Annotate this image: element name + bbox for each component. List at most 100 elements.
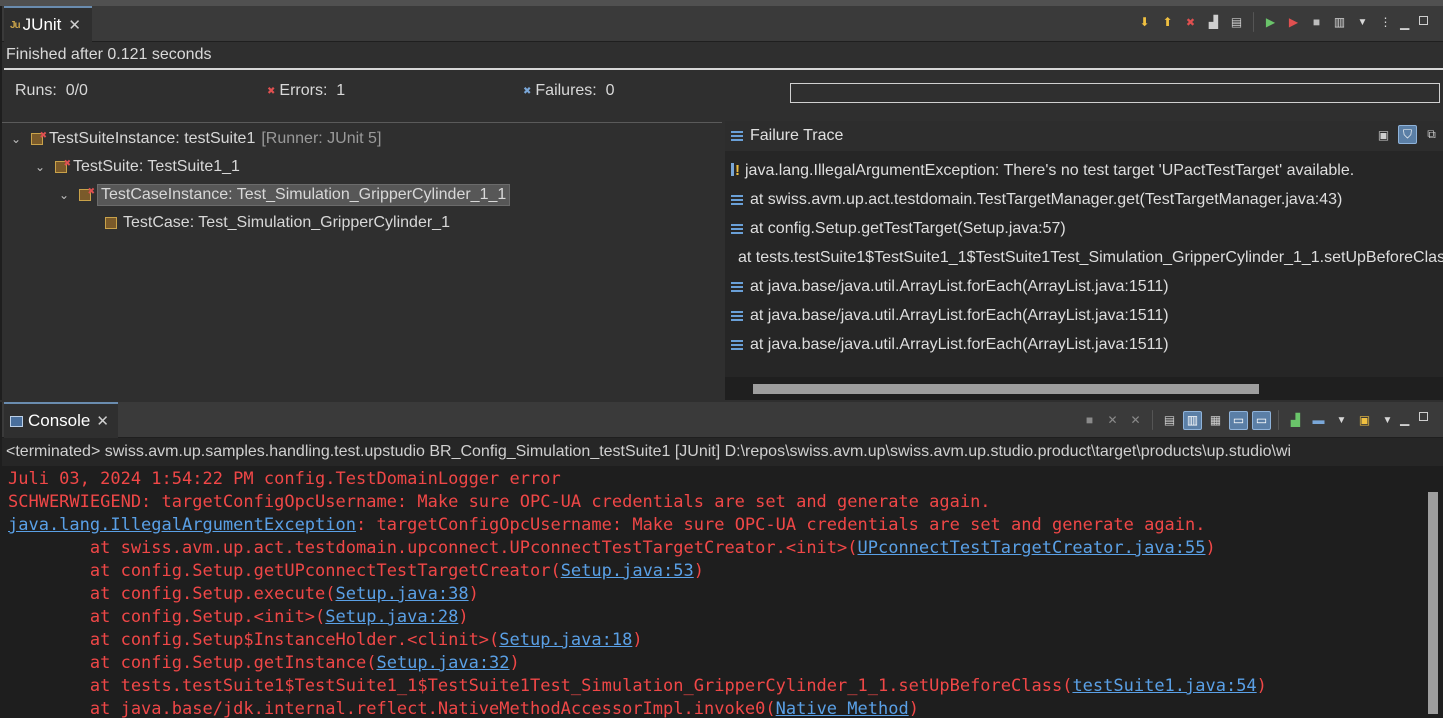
console-line: at config.Setup.getInstance(Setup.java:3…: [8, 653, 520, 673]
chevron-down-icon[interactable]: ⌄: [32, 160, 48, 174]
console-link[interactable]: testSuite1.java:54: [1072, 676, 1256, 696]
pin-console-icon[interactable]: ▟: [1286, 411, 1305, 430]
trace-line[interactable]: at java.base/java.util.ArrayList.forEach…: [725, 301, 1443, 330]
test-suite-error-icon: ✖: [54, 158, 71, 175]
maximize-icon[interactable]: [1419, 412, 1429, 421]
tree-item-suite-instance[interactable]: ⌄ ✖ TestSuiteInstance: testSuite1 [Runne…: [8, 126, 381, 152]
copy-trace-icon[interactable]: ⧉: [1422, 125, 1441, 144]
console-icon: [10, 415, 23, 427]
launch-description: <terminated> swiss.avm.up.samples.handli…: [6, 443, 1292, 460]
progress-bar: [790, 83, 1440, 103]
junit-window-controls: ▁: [1400, 16, 1429, 30]
dropdown-icon[interactable]: ▼: [1353, 13, 1372, 32]
show-on-stdout-icon[interactable]: ▭: [1229, 410, 1248, 430]
failures-counter: ✖ Failures: 0: [523, 82, 615, 100]
test-suite-error-icon: ✖: [30, 130, 47, 147]
vertical-scrollbar[interactable]: [1422, 466, 1443, 718]
tab-junit[interactable]: Ju JUnit ✕: [4, 6, 92, 42]
trace-text: at swiss.avm.up.act.testdomain.TestTarge…: [750, 190, 1343, 208]
stack-frame-icon: [731, 194, 743, 205]
scrollbar-thumb[interactable]: [753, 384, 1259, 394]
stop-icon[interactable]: ■: [1307, 13, 1326, 32]
trace-line-exception[interactable]: ! java.lang.IllegalArgumentException: Th…: [725, 156, 1443, 185]
failures-only-icon[interactable]: ✖: [1181, 13, 1200, 32]
stack-trace-icon: [731, 131, 743, 141]
scrollbar-thumb[interactable]: [1428, 492, 1438, 714]
terminate-icon[interactable]: ■: [1080, 411, 1099, 430]
console-link[interactable]: Setup.java:38: [336, 584, 469, 604]
test-tree: ⌄ ✖ TestSuiteInstance: testSuite1 [Runne…: [2, 122, 722, 400]
clear-console-icon[interactable]: ▤: [1160, 411, 1179, 430]
console-link[interactable]: Setup.java:53: [561, 561, 694, 581]
tree-item-testcase[interactable]: TestCase: Test_Simulation_GripperCylinde…: [98, 210, 450, 236]
scroll-lock-icon[interactable]: ▥: [1183, 410, 1202, 430]
tree-item-testcase-instance[interactable]: ⌄ ✖ TestCaseInstance: Test_Simulation_Gr…: [56, 182, 511, 208]
console-line: at config.Setup.getUPconnectTestTargetCr…: [8, 561, 704, 581]
tab-junit-label: JUnit: [22, 15, 62, 34]
rerun-failed-icon[interactable]: ▶: [1284, 13, 1303, 32]
chevron-down-icon[interactable]: ⌄: [56, 188, 72, 202]
minimize-icon[interactable]: ▁: [1400, 412, 1409, 426]
junit-toolbar: ⬇ ⬆ ✖ ▟ ▤ ▶ ▶ ■ ▥ ▼ ⋮: [1135, 12, 1395, 32]
trace-text: at tests.testSuite1$TestSuite1_1$TestSui…: [738, 248, 1443, 266]
scroll-lock-icon[interactable]: ▟: [1204, 13, 1223, 32]
trace-line[interactable]: at swiss.avm.up.act.testdomain.TestTarge…: [725, 185, 1443, 214]
console-line: at swiss.avm.up.act.testdomain.upconnect…: [8, 538, 1216, 558]
trace-line[interactable]: at java.base/java.util.ArrayList.forEach…: [725, 330, 1443, 359]
console-link[interactable]: Setup.java:18: [499, 630, 632, 650]
console-line: at config.Setup$InstanceHolder.<clinit>(…: [8, 630, 643, 650]
console-line: at java.base/jdk.internal.reflect.Native…: [8, 699, 919, 718]
layout-icon[interactable]: ▤: [1227, 13, 1246, 32]
minimize-icon[interactable]: ▁: [1400, 16, 1409, 30]
runs-label: Runs:: [15, 82, 57, 99]
errors-label: Errors:: [279, 82, 328, 99]
failure-trace-panel: Failure Trace ▣ ⛉ ⧉ ! java.lang.IllegalA…: [725, 121, 1443, 400]
trace-toolbar: ▣ ⛉ ⧉: [1374, 125, 1441, 144]
close-icon[interactable]: ✕: [96, 412, 109, 430]
tab-console-label: Console: [28, 411, 91, 430]
rerun-icon[interactable]: ▶: [1261, 13, 1280, 32]
filter-stack-icon[interactable]: ⛉: [1398, 125, 1417, 144]
console-link[interactable]: Setup.java:28: [325, 607, 458, 627]
previous-failure-icon[interactable]: ⬆: [1158, 13, 1177, 32]
errors-value: 1: [336, 82, 346, 99]
status-divider: [4, 68, 1443, 70]
console-link[interactable]: Setup.java:32: [376, 653, 509, 673]
console-tabbar: Console ✕ ■ ✕ ✕ ▤ ▥ ▦ ▭ ▭ ▟ ▬ ▼ ▣ ▼ ▁: [2, 402, 1443, 438]
trace-line[interactable]: at java.base/java.util.ArrayList.forEach…: [725, 272, 1443, 301]
word-wrap-icon[interactable]: ▦: [1206, 411, 1225, 430]
tree-item-label: TestCase: Test_Simulation_GripperCylinde…: [123, 214, 450, 231]
dropdown-icon[interactable]: ▼: [1332, 411, 1351, 430]
trace-line[interactable]: at config.Setup.getTestTarget(Setup.java…: [725, 214, 1443, 243]
remove-launch-icon[interactable]: ✕: [1103, 411, 1122, 430]
horizontal-scrollbar[interactable]: [725, 377, 1443, 400]
dropdown-icon[interactable]: ▼: [1378, 411, 1397, 430]
new-console-icon[interactable]: ▣: [1355, 411, 1374, 430]
error-icon: ✖: [267, 85, 276, 97]
console-output[interactable]: Juli 03, 2024 1:54:22 PM config.TestDoma…: [2, 466, 1422, 718]
tab-console[interactable]: Console ✕: [4, 402, 118, 438]
tree-item-suite[interactable]: ⌄ ✖ TestSuite: TestSuite1_1: [32, 154, 240, 180]
failure-icon: ✖: [523, 85, 532, 97]
history-icon[interactable]: ▥: [1330, 13, 1349, 32]
console-link[interactable]: Native Method: [776, 699, 909, 718]
maximize-icon[interactable]: [1419, 16, 1429, 25]
tree-item-label: TestCaseInstance: Test_Simulation_Grippe…: [97, 184, 511, 206]
compare-results-icon[interactable]: ▣: [1374, 125, 1393, 144]
trace-text: at config.Setup.getTestTarget(Setup.java…: [750, 219, 1066, 237]
show-on-stderr-icon[interactable]: ▭: [1252, 410, 1271, 430]
remove-all-icon[interactable]: ✕: [1126, 411, 1145, 430]
close-icon[interactable]: ✕: [68, 16, 81, 34]
trace-line[interactable]: at tests.testSuite1$TestSuite1_1$TestSui…: [725, 243, 1443, 272]
test-case-error-icon: ✖: [78, 186, 95, 203]
console-link[interactable]: UPconnectTestTargetCreator.java:55: [858, 538, 1206, 558]
trace-text: at java.base/java.util.ArrayList.forEach…: [750, 306, 1169, 324]
next-failure-icon[interactable]: ⬇: [1135, 13, 1154, 32]
display-console-icon[interactable]: ▬: [1309, 411, 1328, 430]
chevron-down-icon[interactable]: ⌄: [8, 132, 24, 146]
console-link[interactable]: java.lang.IllegalArgumentException: [8, 515, 356, 535]
errors-counter: ✖ Errors: 1: [267, 82, 345, 100]
run-status: Finished after 0.121 seconds: [6, 46, 212, 63]
view-menu-icon[interactable]: ⋮: [1376, 13, 1395, 32]
toolbar-separator: [1253, 12, 1254, 32]
